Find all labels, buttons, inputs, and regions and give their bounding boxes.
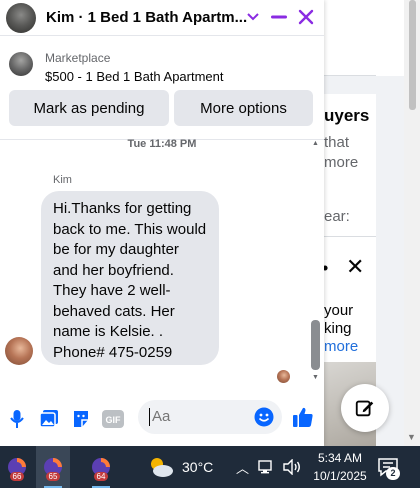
text-caret: [149, 408, 150, 426]
sender-name: Kim: [53, 174, 72, 186]
taskbar-app-firefox[interactable]: 66: [0, 446, 34, 488]
background-text: that: [324, 134, 350, 151]
see-more-link[interactable]: more: [324, 338, 358, 355]
marketplace-label: Marketplace: [45, 51, 111, 65]
taskbar-badge: 64: [93, 472, 109, 481]
marketplace-listing: Marketplace $500 - 1 Bed 1 Bath Apartmen…: [0, 36, 324, 140]
image-icon[interactable]: [38, 408, 60, 430]
page-scrollbar-thumb[interactable]: [409, 0, 416, 110]
message-composer: GIF: [0, 392, 324, 446]
taskbar-app-firefox-2[interactable]: 64: [84, 446, 118, 488]
gif-icon[interactable]: GIF: [101, 408, 125, 430]
windows-taskbar: 66 65 64 30°C ︿ 5:34 AM 10/1/2025 2: [0, 446, 420, 488]
message-input[interactable]: [152, 408, 252, 425]
background-card-top: [324, 0, 376, 76]
chat-header[interactable]: Kim · 1 Bed 1 Bath Apartm...: [0, 0, 324, 36]
more-options-button[interactable]: More options: [174, 90, 313, 126]
background-text: ear:: [324, 208, 350, 225]
background-heading: uyers: [324, 106, 370, 125]
message-input-box[interactable]: [138, 400, 282, 434]
chat-scrollbar-thumb[interactable]: [311, 320, 320, 370]
chat-window: Kim · 1 Bed 1 Bath Apartm... Marketplace…: [0, 0, 324, 446]
volume-icon[interactable]: [283, 459, 301, 475]
compose-icon: [355, 400, 374, 417]
background-text: your: [324, 302, 354, 319]
background-text: king: [324, 320, 352, 337]
more-dots-icon[interactable]: •: [324, 258, 328, 279]
sticker-icon[interactable]: [70, 408, 92, 430]
background-divider: [324, 236, 376, 237]
weather-icon[interactable]: [148, 456, 174, 478]
minimize-icon[interactable]: [270, 6, 288, 28]
background-text: more: [324, 154, 359, 171]
new-message-button[interactable]: [341, 384, 389, 432]
sender-avatar[interactable]: [5, 337, 33, 365]
listing-thumbnail[interactable]: [9, 52, 33, 76]
notification-count-badge: 2: [386, 467, 400, 480]
weather-temperature[interactable]: 30°C: [182, 459, 213, 475]
thumbs-up-icon[interactable]: [292, 406, 314, 428]
show-hidden-icons-icon[interactable]: ︿: [236, 458, 249, 477]
taskbar-badge: 66: [9, 472, 25, 481]
emoji-icon[interactable]: [254, 407, 274, 432]
clock-time[interactable]: 5:34 AM: [312, 451, 368, 465]
dismiss-icon[interactable]: ✕: [346, 254, 364, 280]
clock-date[interactable]: 10/1/2025: [310, 469, 370, 483]
mark-as-pending-button[interactable]: Mark as pending: [9, 90, 169, 126]
taskbar-badge: 65: [45, 472, 61, 481]
chat-title[interactable]: Kim · 1 Bed 1 Bath Apartm...: [46, 9, 247, 26]
chevron-down-icon[interactable]: [244, 6, 262, 28]
read-receipt-avatar: [277, 370, 290, 383]
network-icon[interactable]: [258, 460, 276, 474]
message-bubble[interactable]: Hi.Thanks for getting back to me. This w…: [41, 191, 219, 365]
microphone-icon[interactable]: [6, 408, 28, 430]
contact-avatar[interactable]: [6, 3, 36, 33]
message-timestamp: Tue 11:48 PM: [127, 138, 197, 150]
listing-title[interactable]: $500 - 1 Bed 1 Bath Apartment: [45, 69, 224, 84]
taskbar-app-firefox-active[interactable]: 65: [36, 446, 70, 488]
close-icon[interactable]: [296, 6, 316, 28]
chat-scroll-down-icon[interactable]: ▼: [312, 374, 319, 381]
svg-text:GIF: GIF: [106, 415, 122, 425]
scroll-down-arrow-icon[interactable]: ▼: [407, 432, 416, 442]
